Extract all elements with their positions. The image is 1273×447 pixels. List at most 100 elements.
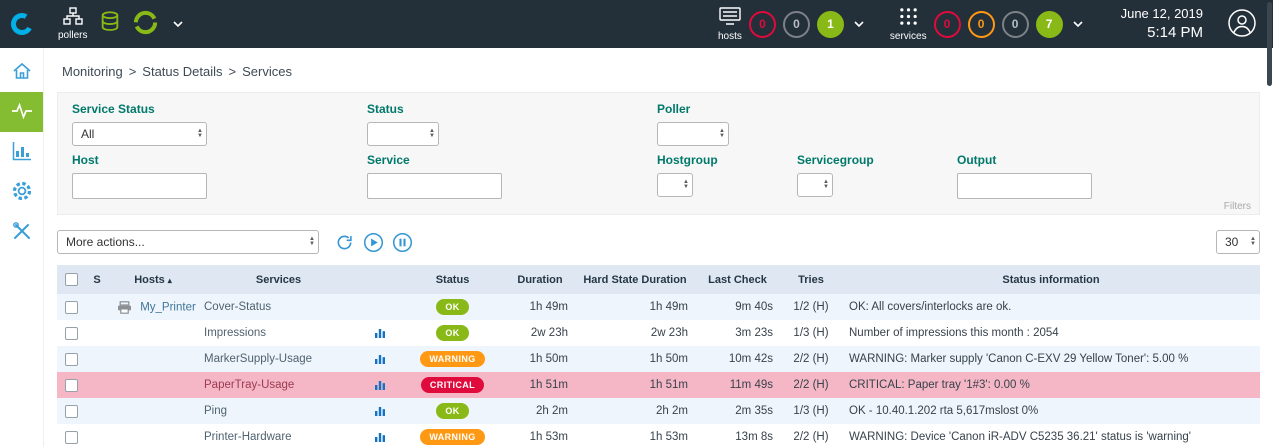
refresh-controls: [333, 231, 413, 253]
hosts-critical-counter[interactable]: 0: [749, 11, 776, 38]
home-icon: [12, 61, 32, 84]
main-content: Monitoring>Status Details>Services Servi…: [44, 48, 1273, 447]
filters-panel-tag: Filters: [1224, 201, 1251, 212]
service-link[interactable]: Ping: [204, 405, 227, 417]
column-header-hard[interactable]: Hard State Duration: [575, 265, 695, 294]
breadcrumb-item-monitoring[interactable]: Monitoring: [62, 64, 123, 79]
graph-cell: [360, 398, 400, 424]
table-row: Impressions OK2w 23h2w 23h3m 23s1/3 (H)N…: [57, 320, 1260, 346]
sidebar-item-administration[interactable]: [0, 212, 43, 252]
row-checkbox[interactable]: [65, 301, 78, 314]
services-critical-counter[interactable]: 0: [934, 11, 961, 38]
service-link[interactable]: MarkerSupply-Usage: [204, 353, 312, 365]
hostgroup-select[interactable]: ▲▼: [657, 173, 693, 197]
pause-button[interactable]: [391, 231, 413, 253]
status-badge: OK: [436, 299, 468, 315]
tries-cell: 1/3 (H): [780, 398, 842, 424]
row-checkbox[interactable]: [65, 405, 78, 418]
graph-cell: [360, 424, 400, 447]
breadcrumb-item-status-details[interactable]: Status Details: [142, 64, 222, 79]
centreon-logo[interactable]: [0, 0, 44, 48]
hosts-counters: 001: [749, 11, 844, 38]
breadcrumb-separator: >: [229, 64, 237, 79]
page-size-select[interactable]: 30 ▲▼: [1216, 230, 1260, 254]
column-header-status[interactable]: Status: [400, 265, 505, 294]
hosts-chevron-down-icon[interactable]: [854, 21, 864, 27]
row-checkbox[interactable]: [65, 431, 78, 444]
hosts-unknown-counter[interactable]: 0: [783, 11, 810, 38]
status-select[interactable]: ▲▼: [367, 122, 439, 146]
sidebar: [0, 48, 44, 447]
pollers-chevron-down-icon[interactable]: [173, 21, 183, 27]
service-link[interactable]: Impressions: [204, 327, 266, 339]
tries-cell: 2/2 (H): [780, 372, 842, 398]
poller-select[interactable]: ▲▼: [657, 122, 729, 146]
hosts-ok-counter[interactable]: 1: [817, 11, 844, 38]
host-cell: [109, 346, 197, 372]
vertical-scrollbar[interactable]: [1266, 0, 1273, 447]
breadcrumb-item-services[interactable]: Services: [242, 64, 292, 79]
pollers-menu[interactable]: pollers: [58, 7, 87, 41]
services-warning-counter[interactable]: 0: [968, 11, 995, 38]
hard-cell: 1h 49m: [575, 294, 695, 320]
duration-cell: 1h 49m: [505, 294, 575, 320]
severity-cell: [85, 320, 109, 346]
status-badge: WARNING: [420, 429, 484, 445]
hosts-label: hosts: [718, 31, 742, 42]
sidebar-item-home[interactable]: [0, 52, 43, 92]
status-cell: WARNING: [400, 346, 505, 372]
column-header-info[interactable]: Status information: [842, 265, 1260, 294]
status-cell: OK: [400, 320, 505, 346]
servicegroup-select[interactable]: ▲▼: [797, 173, 833, 197]
sidebar-item-configuration[interactable]: [0, 172, 43, 212]
output-input[interactable]: [957, 173, 1092, 199]
service-link[interactable]: Cover-Status: [204, 301, 271, 313]
service-link[interactable]: Printer-Hardware: [204, 431, 292, 443]
sidebar-item-monitoring[interactable]: [0, 92, 43, 132]
database-icon[interactable]: [99, 10, 121, 38]
column-header-hosts[interactable]: Hosts▴: [109, 265, 197, 294]
service-status-select[interactable]: All ▲▼: [72, 122, 207, 146]
duration-cell: 2w 23h: [505, 320, 575, 346]
host-filter-label: Host: [72, 153, 367, 167]
printer-icon: [117, 301, 132, 314]
host-link[interactable]: My_Printer: [140, 301, 196, 313]
graph-icon[interactable]: [374, 379, 386, 391]
play-button[interactable]: [362, 231, 384, 253]
graph-icon[interactable]: [374, 431, 386, 443]
gear-icon: [11, 180, 33, 205]
row-checkbox[interactable]: [65, 327, 78, 340]
column-header-lastcheck[interactable]: Last Check: [695, 265, 780, 294]
select-all-checkbox[interactable]: [65, 273, 78, 286]
status-cell: WARNING: [400, 424, 505, 447]
duration-cell: 1h 53m: [505, 424, 575, 447]
service-link[interactable]: PaperTray-Usage: [204, 379, 294, 391]
poller-sync-icon[interactable]: [133, 10, 158, 38]
services-unknown-counter[interactable]: 0: [1002, 11, 1029, 38]
graph-icon[interactable]: [374, 353, 386, 365]
column-header-s[interactable]: S: [85, 265, 109, 294]
hosts-menu[interactable]: hosts: [718, 7, 742, 42]
hard-cell: 1h 53m: [575, 424, 695, 447]
poller-filter-label: Poller: [657, 102, 729, 116]
duration-cell: 1h 50m: [505, 346, 575, 372]
column-header-services[interactable]: Services: [197, 265, 360, 294]
column-header-duration[interactable]: Duration: [505, 265, 575, 294]
user-menu[interactable]: [1227, 8, 1257, 41]
services-ok-counter[interactable]: 7: [1036, 11, 1063, 38]
refresh-button[interactable]: [333, 231, 355, 253]
graph-icon[interactable]: [374, 327, 386, 339]
row-checkbox[interactable]: [65, 379, 78, 392]
row-checkbox[interactable]: [65, 353, 78, 366]
service-input[interactable]: [367, 173, 502, 199]
host-input[interactable]: [72, 173, 207, 199]
services-menu[interactable]: services: [890, 7, 927, 42]
column-header-tries[interactable]: Tries: [780, 265, 842, 294]
graph-icon[interactable]: [374, 405, 386, 417]
more-actions-select[interactable]: More actions... ▲▼: [57, 230, 319, 254]
services-table: SHosts▴Services StatusDurationHard State …: [57, 265, 1260, 447]
more-actions-select-value: More actions...: [66, 235, 145, 249]
services-chevron-down-icon[interactable]: [1073, 21, 1083, 27]
sidebar-item-reports[interactable]: [0, 132, 43, 172]
scrollbar-thumb[interactable]: [1267, 2, 1272, 86]
